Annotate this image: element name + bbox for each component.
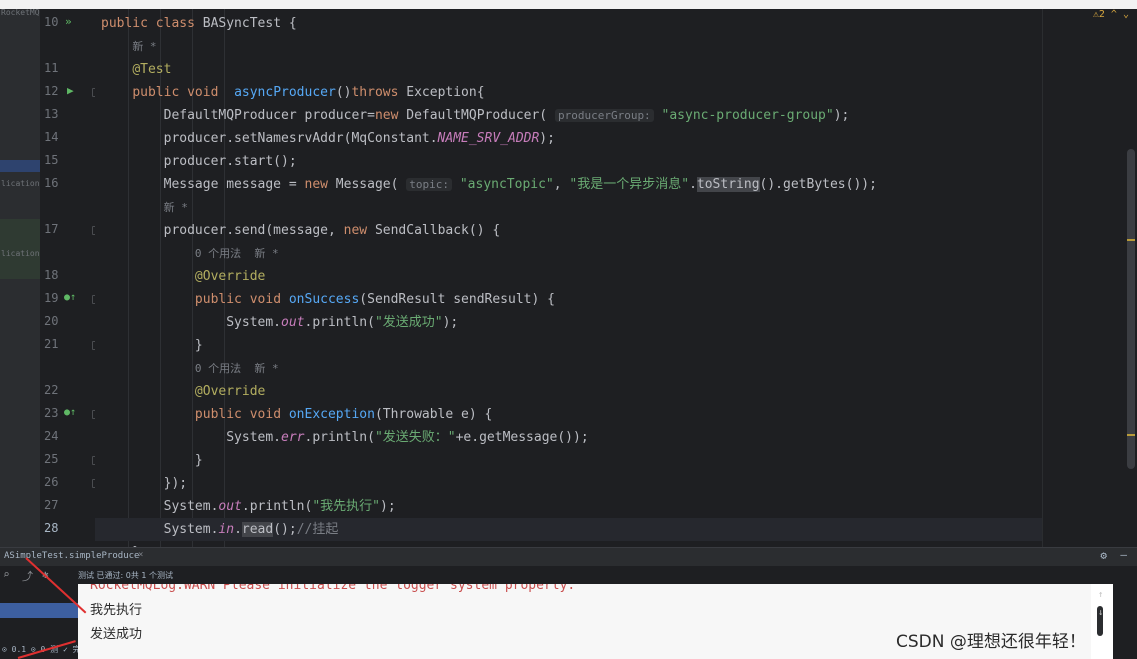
test-summary: 测试 已通过: 0共 1 个测试 <box>78 571 174 580</box>
export-icon[interactable]: ⤴ <box>22 568 33 584</box>
line-number: 28 <box>44 521 59 535</box>
line-number: 22 <box>44 383 59 397</box>
warning-indicator[interactable]: ⚠2 ^ ⌄ <box>1093 9 1129 20</box>
line-number: 25 <box>44 452 59 466</box>
line-number: 15 <box>44 153 59 167</box>
line-number: 10 <box>44 15 59 29</box>
code-editor[interactable]: public class BASyncTest { 新 * @Test publ… <box>95 9 1042 547</box>
line-number: 26 <box>44 475 59 489</box>
watermark: CSDN @理想还很年轻！ <box>896 632 1086 652</box>
code-lens[interactable]: 新 * <box>95 35 1042 58</box>
project-panel: RocketMQ lication lication <box>0 9 40 547</box>
console-warn-line: RocketMQLog:WARN Please initialize the l… <box>90 584 576 593</box>
run-icon[interactable]: ▶ <box>67 84 74 97</box>
code-line[interactable]: DefaultMQProducer producer=new DefaultMQ… <box>95 104 1042 127</box>
code-line[interactable]: System.out.println("发送成功"); <box>95 311 1042 334</box>
project-selected-row[interactable] <box>0 160 40 172</box>
line-number: 16 <box>44 176 59 190</box>
scroll-down-icon[interactable]: ↓ <box>1098 608 1103 618</box>
project-label[interactable]: RocketMQ <box>1 9 40 17</box>
line-number: 18 <box>44 268 59 282</box>
run-tab[interactable]: ASimpleTest.simpleProduce <box>4 551 139 561</box>
line-number: 24 <box>44 429 59 443</box>
run-panel-header: ASimpleTest.simpleProduce × ⚙ — <box>0 548 1137 566</box>
code-line[interactable]: public class BASyncTest { <box>95 12 1042 35</box>
code-line[interactable]: System.out.println("我先执行"); <box>95 495 1042 518</box>
scrollbar-marker <box>1127 434 1135 436</box>
code-line[interactable]: }); <box>95 472 1042 495</box>
console-scrollbar[interactable]: ↑ ↓ <box>1091 584 1113 659</box>
line-number: 13 <box>44 107 59 121</box>
line-number: 27 <box>44 498 59 512</box>
project-label[interactable]: lication <box>1 249 40 258</box>
code-line[interactable]: @Test <box>95 58 1042 81</box>
run-icon[interactable]: » <box>65 15 72 28</box>
code-lens[interactable]: 新 * <box>95 196 1042 219</box>
code-line[interactable]: producer.setNamesrvAddr(MqConstant.NAME_… <box>95 127 1042 150</box>
line-number: 20 <box>44 314 59 328</box>
scroll-up-icon[interactable]: ↑ <box>1098 590 1103 600</box>
line-number: 12 <box>44 84 59 98</box>
project-label[interactable]: lication <box>1 179 40 188</box>
code-line[interactable]: @Override <box>95 265 1042 288</box>
line-number: 14 <box>44 130 59 144</box>
test-tree-selected-row[interactable] <box>0 603 78 618</box>
override-icon[interactable]: ●↑ <box>64 407 76 418</box>
console-output-line: 发送成功 <box>90 627 143 642</box>
override-icon[interactable]: ●↑ <box>64 292 76 303</box>
code-line[interactable]: System.err.println("发送失败："+e.getMessage(… <box>95 426 1042 449</box>
line-number: 23 <box>44 406 59 420</box>
code-line[interactable]: public void asyncProducer()throws Except… <box>95 81 1042 104</box>
console-output-line: 我先执行 <box>90 603 143 618</box>
editor-scrollbar[interactable] <box>1127 149 1135 469</box>
line-number: 21 <box>44 337 59 351</box>
line-number: 17 <box>44 222 59 236</box>
search-icon[interactable]: ⌕ <box>3 568 10 581</box>
code-lens[interactable]: 0 个用法 新 * <box>95 242 1042 265</box>
window-top-strip <box>0 0 1137 9</box>
code-lens[interactable]: 0 个用法 新 * <box>95 357 1042 380</box>
line-number: 11 <box>44 61 59 75</box>
gear-icon[interactable]: ⚙ <box>1100 549 1107 562</box>
code-line[interactable]: } <box>95 334 1042 357</box>
code-line[interactable]: Message message = new Message( topic: "a… <box>95 173 1042 196</box>
code-line[interactable]: producer.send(message, new SendCallback(… <box>95 219 1042 242</box>
code-line[interactable]: } <box>95 449 1042 472</box>
minimize-icon[interactable]: — <box>1120 548 1127 561</box>
run-toolbar: ⌕ ⤴ ✱ 测试 已通过: 0共 1 个测试 <box>0 566 1137 584</box>
line-number: 19 <box>44 291 59 305</box>
scrollbar-marker <box>1127 239 1135 241</box>
code-line[interactable]: public void onSuccess(SendResult sendRes… <box>95 288 1042 311</box>
code-line[interactable]: System.in.read();//挂起 <box>95 518 1042 541</box>
code-line[interactable]: producer.start(); <box>95 150 1042 173</box>
close-icon[interactable]: × <box>138 550 143 560</box>
code-line[interactable]: public void onException(Throwable e) { <box>95 403 1042 426</box>
code-line[interactable]: @Override <box>95 380 1042 403</box>
editor-gutter: 10 » 11 12 ▶ 13 14 15 16 17 18 19 ●↑ 20 21 22 23 ●↑ 24 25 26… <box>40 9 99 547</box>
editor-right-strip: ⚠2 ^ ⌄ <box>1042 9 1137 547</box>
